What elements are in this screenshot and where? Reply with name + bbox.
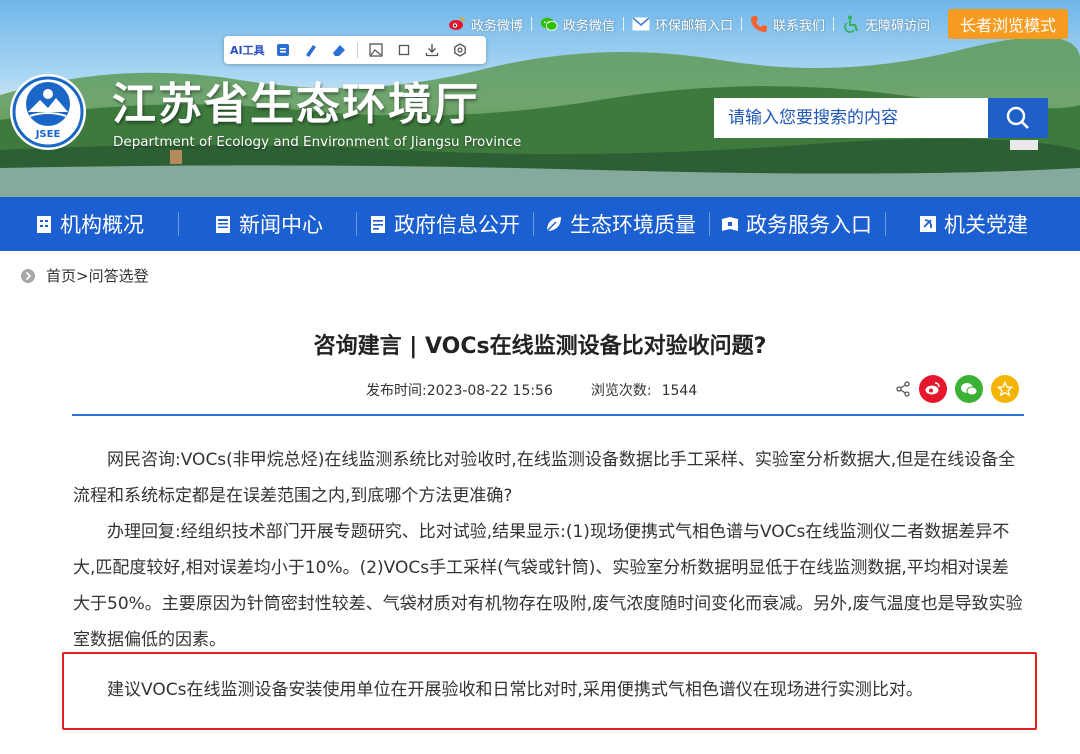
document-icon: [368, 214, 388, 234]
top-link-weibo[interactable]: 政务微博: [440, 15, 531, 34]
breadcrumb-separator: >: [76, 267, 89, 285]
svg-text:JSEE: JSEE: [35, 129, 61, 140]
building-icon: [34, 214, 54, 234]
share-icon[interactable]: [895, 381, 911, 397]
publish-time: 发布时间:2023-08-22 15:56: [366, 383, 553, 399]
top-link-wechat[interactable]: 政务微信: [532, 15, 623, 34]
top-links-bar: 政务微博 政务微信 环保邮箱入口 联系我们 无障碍访问 长者浏览模式: [440, 9, 1080, 39]
article-paragraph: 办理回复:经组织技术部门开展专题研究、比对试验,结果显示:(1)现场便携式气相色…: [73, 522, 1023, 650]
mail-icon: [632, 15, 650, 33]
top-link-label: 无障碍访问: [864, 18, 930, 34]
accessibility-icon: [842, 15, 860, 33]
top-link-accessibility[interactable]: 无障碍访问: [834, 15, 938, 34]
nav-item-label: 生态环境质量: [570, 213, 696, 237]
elder-mode-button[interactable]: 长者浏览模式: [947, 9, 1068, 39]
nav-item-label: 新闻中心: [239, 213, 323, 237]
site-title: 江苏省生态环境厅: [112, 79, 480, 130]
nav-item-label: 政务服务入口: [746, 213, 872, 237]
site-logo[interactable]: JSEE: [8, 72, 88, 152]
nav-item-party[interactable]: 机关党建: [918, 197, 1028, 251]
top-link-contact[interactable]: 联系我们: [742, 15, 833, 34]
article-title: 咨询建言 | VOCs在线监测设备比对验收问题?: [313, 334, 767, 359]
top-link-mail[interactable]: 环保邮箱入口: [624, 15, 741, 34]
article-paragraph: 网民咨询:VOCs(非甲烷总烃)在线监测系统比对验收时,在线监测设备数据比手工采…: [73, 450, 1016, 506]
nav-divider: [356, 212, 357, 236]
share-wechat-icon[interactable]: [955, 375, 983, 403]
nav-item-gov-info[interactable]: 政府信息公开: [368, 197, 520, 251]
article-meta: 发布时间:2023-08-22 15:56 浏览次数: 1544: [366, 380, 697, 400]
translate-icon[interactable]: [273, 40, 293, 60]
breadcrumb: 首页>问答选登: [20, 265, 149, 286]
phone-icon: [750, 15, 768, 33]
download-icon[interactable]: [422, 40, 442, 60]
search-input[interactable]: [714, 98, 988, 138]
highlight-annotation-box: [62, 652, 1037, 730]
ai-tools-button[interactable]: AI工具: [230, 40, 265, 60]
weibo-icon: [448, 15, 466, 33]
crop-icon[interactable]: [394, 40, 414, 60]
highlighter-icon[interactable]: [301, 40, 321, 60]
service-icon: [720, 214, 740, 234]
image-icon[interactable]: [366, 40, 386, 60]
nav-divider: [885, 212, 886, 236]
breadcrumb-current[interactable]: 问答选登: [89, 267, 149, 285]
nav-item-label: 政府信息公开: [394, 213, 520, 237]
nav-divider: [709, 212, 710, 236]
breadcrumb-arrow-icon: [21, 268, 35, 283]
wechat-icon: [540, 15, 558, 33]
title-divider: [72, 414, 1024, 416]
top-link-label: 环保邮箱入口: [654, 18, 733, 34]
nav-item-label: 机构概况: [60, 213, 144, 237]
search-bar: [714, 98, 1048, 138]
nav-item-eco-quality[interactable]: 生态环境质量: [544, 197, 696, 251]
search-icon: [1006, 106, 1029, 129]
settings-icon[interactable]: [450, 40, 470, 60]
top-link-label: 联系我们: [772, 18, 825, 34]
reading-toolbar: AI工具: [224, 36, 486, 64]
news-icon: [213, 214, 233, 234]
toolbar-divider: [356, 42, 358, 58]
favorite-star-icon[interactable]: [991, 375, 1019, 403]
top-link-label: 政务微信: [562, 18, 615, 34]
header-banner: 政务微博 政务微信 环保邮箱入口 联系我们 无障碍访问 长者浏览模式 AI工具 …: [0, 0, 1080, 197]
site-subtitle: Department of Ecology and Environment of…: [113, 134, 522, 150]
party-icon: [918, 214, 938, 234]
nav-item-news[interactable]: 新闻中心: [213, 197, 323, 251]
nav-item-organization[interactable]: 机构概况: [34, 197, 144, 251]
nav-divider: [178, 212, 179, 236]
share-bar: [895, 375, 1019, 403]
breadcrumb-home-link[interactable]: 首页: [46, 267, 76, 285]
main-nav: 机构概况 新闻中心 政府信息公开 生态环境质量 政务服务入口 机关党建: [0, 197, 1080, 251]
nav-item-label: 机关党建: [944, 213, 1028, 237]
nav-divider: [533, 212, 534, 236]
leaf-icon: [544, 214, 564, 234]
eraser-icon[interactable]: [329, 40, 349, 60]
view-count: 浏览次数: 1544: [590, 383, 698, 399]
top-link-label: 政务微博: [470, 18, 523, 34]
nav-item-services[interactable]: 政务服务入口: [720, 197, 872, 251]
search-button[interactable]: [988, 98, 1048, 138]
share-weibo-icon[interactable]: [919, 375, 947, 403]
